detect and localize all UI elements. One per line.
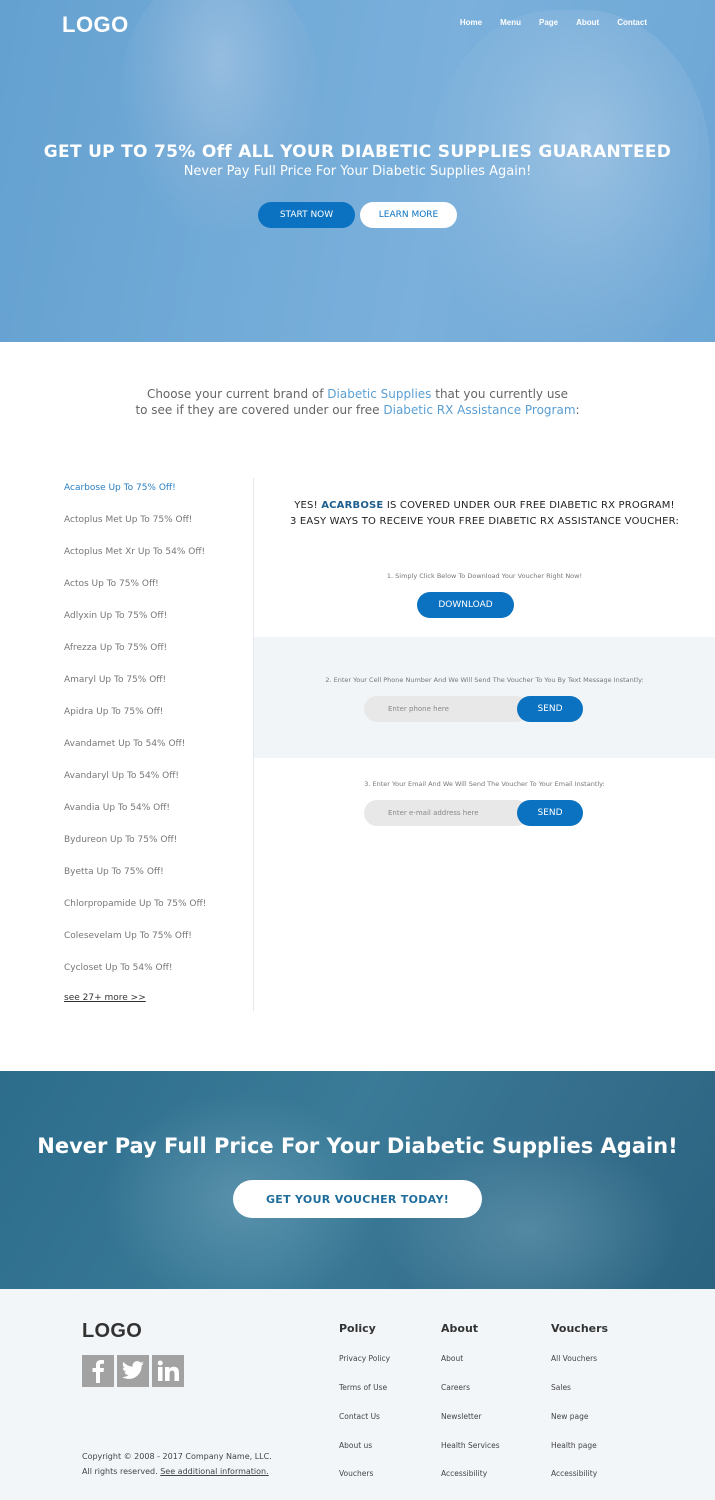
brand-item[interactable]: Actoplus Met Xr Up To 54% Off! [64, 547, 205, 557]
intro-link-rx-program[interactable]: Diabetic RX Assistance Program [383, 403, 575, 417]
footer-col-policy-heading: Policy [339, 1322, 376, 1335]
nav-menu[interactable]: Menu [500, 18, 521, 27]
footer-link[interactable]: Accessibility [441, 1469, 487, 1478]
additional-info-link[interactable]: See additional information. [160, 1467, 268, 1476]
send-email-button[interactable]: SEND [517, 800, 583, 826]
step1-label: 1. Simply Click Below To Download Your V… [386, 572, 583, 580]
brand-item[interactable]: Adlyxin Up To 75% Off! [64, 611, 167, 621]
phone-input[interactable] [364, 696, 529, 722]
facebook-icon[interactable] [82, 1355, 114, 1387]
hero-subtitle: Never Pay Full Price For Your Diabetic S… [183, 164, 532, 179]
linkedin-icon[interactable] [152, 1355, 184, 1387]
step3-label: 3. Enter Your Email And We Will Send The… [364, 780, 605, 788]
footer-link[interactable]: About us [339, 1441, 372, 1450]
see-more-link[interactable]: see 27+ more >> [64, 993, 146, 1003]
footer-link[interactable]: Accessibility [551, 1469, 597, 1478]
brand-item[interactable]: Actos Up To 75% Off! [64, 579, 159, 589]
nav-page[interactable]: Page [539, 18, 558, 27]
brand-list: Acarbose Up To 75% Off! Actoplus Met Up … [0, 478, 254, 1011]
footer-link[interactable]: Vouchers [339, 1469, 373, 1478]
twitter-icon[interactable] [117, 1355, 149, 1387]
footer-col-about-heading: About [441, 1322, 479, 1335]
nav-about[interactable]: About [576, 18, 599, 27]
main-nav: Home Menu Page About Contact [460, 18, 647, 27]
get-voucher-button[interactable]: GET YOUR VOUCHER TODAY! [233, 1180, 482, 1218]
brand-item[interactable]: Avandaryl Up To 54% Off! [64, 771, 179, 781]
copyright-line1: Copyright © 2008 - 2017 Company Name, LL… [82, 1452, 272, 1461]
selected-brand-name: ACARBOSE [321, 500, 384, 511]
footer-link[interactable]: Privacy Policy [339, 1354, 390, 1363]
start-now-button[interactable]: START NOW [258, 202, 355, 228]
footer-link[interactable]: Contact Us [339, 1412, 380, 1421]
brand-item[interactable]: Apidra Up To 75% Off! [64, 707, 163, 717]
brand-item[interactable]: Acarbose Up To 75% Off! [64, 483, 176, 493]
brand-item[interactable]: Avandamet Up To 54% Off! [64, 739, 185, 749]
learn-more-button[interactable]: LEARN MORE [360, 202, 457, 228]
footer-link[interactable]: Health page [551, 1441, 597, 1450]
brand-item[interactable]: Chlorpropamide Up To 75% Off! [64, 899, 206, 909]
brand-item[interactable]: Actoplus Met Up To 75% Off! [64, 515, 192, 525]
footer-link[interactable]: New page [551, 1412, 588, 1421]
brand-item[interactable]: Amaryl Up To 75% Off! [64, 675, 166, 685]
download-button[interactable]: DOWNLOAD [417, 592, 514, 618]
brand-item[interactable]: Byetta Up To 75% Off! [64, 867, 164, 877]
header-logo[interactable]: LOGO [62, 12, 129, 38]
footer-link[interactable]: Health Services [441, 1441, 500, 1450]
brand-item[interactable]: Colesevelam Up To 75% Off! [64, 931, 192, 941]
hero-title: GET UP TO 75% Off ALL YOUR DIABETIC SUPP… [43, 142, 672, 162]
panel-title-line2: 3 EASY WAYS TO RECEIVE YOUR FREE DIABETI… [289, 516, 680, 527]
footer-link[interactable]: About [441, 1354, 463, 1363]
footer-link[interactable]: Newsletter [441, 1412, 482, 1421]
brand-item[interactable]: Cycloset Up To 54% Off! [64, 963, 172, 973]
email-input[interactable] [364, 800, 529, 826]
nav-home[interactable]: Home [460, 18, 482, 27]
footer-link[interactable]: Careers [441, 1383, 470, 1392]
copyright-line2: All rights reserved. See additional info… [82, 1467, 269, 1476]
intro-text: Choose your current brand of Diabetic Su… [135, 387, 580, 417]
send-phone-button[interactable]: SEND [517, 696, 583, 722]
nav-contact[interactable]: Contact [617, 18, 647, 27]
footer-link[interactable]: Terms of Use [339, 1383, 387, 1392]
step2-label: 2. Enter Your Cell Phone Number And We W… [325, 676, 644, 684]
footer-link[interactable]: Sales [551, 1383, 571, 1392]
brand-item[interactable]: Bydureon Up To 75% Off! [64, 835, 177, 845]
brand-item[interactable]: Avandia Up To 54% Off! [64, 803, 170, 813]
footer-col-vouchers-heading: Vouchers [551, 1322, 609, 1335]
footer-link[interactable]: All Vouchers [551, 1354, 597, 1363]
footer-logo[interactable]: LOGO [82, 1320, 142, 1343]
intro-link-diabetic-supplies[interactable]: Diabetic Supplies [327, 387, 431, 401]
brand-item[interactable]: Afrezza Up To 75% Off! [64, 643, 167, 653]
cta-title: Never Pay Full Price For Your Diabetic S… [37, 1134, 678, 1158]
panel-title-line1: YES! ACARBOSE IS COVERED UNDER OUR FREE … [294, 500, 675, 511]
